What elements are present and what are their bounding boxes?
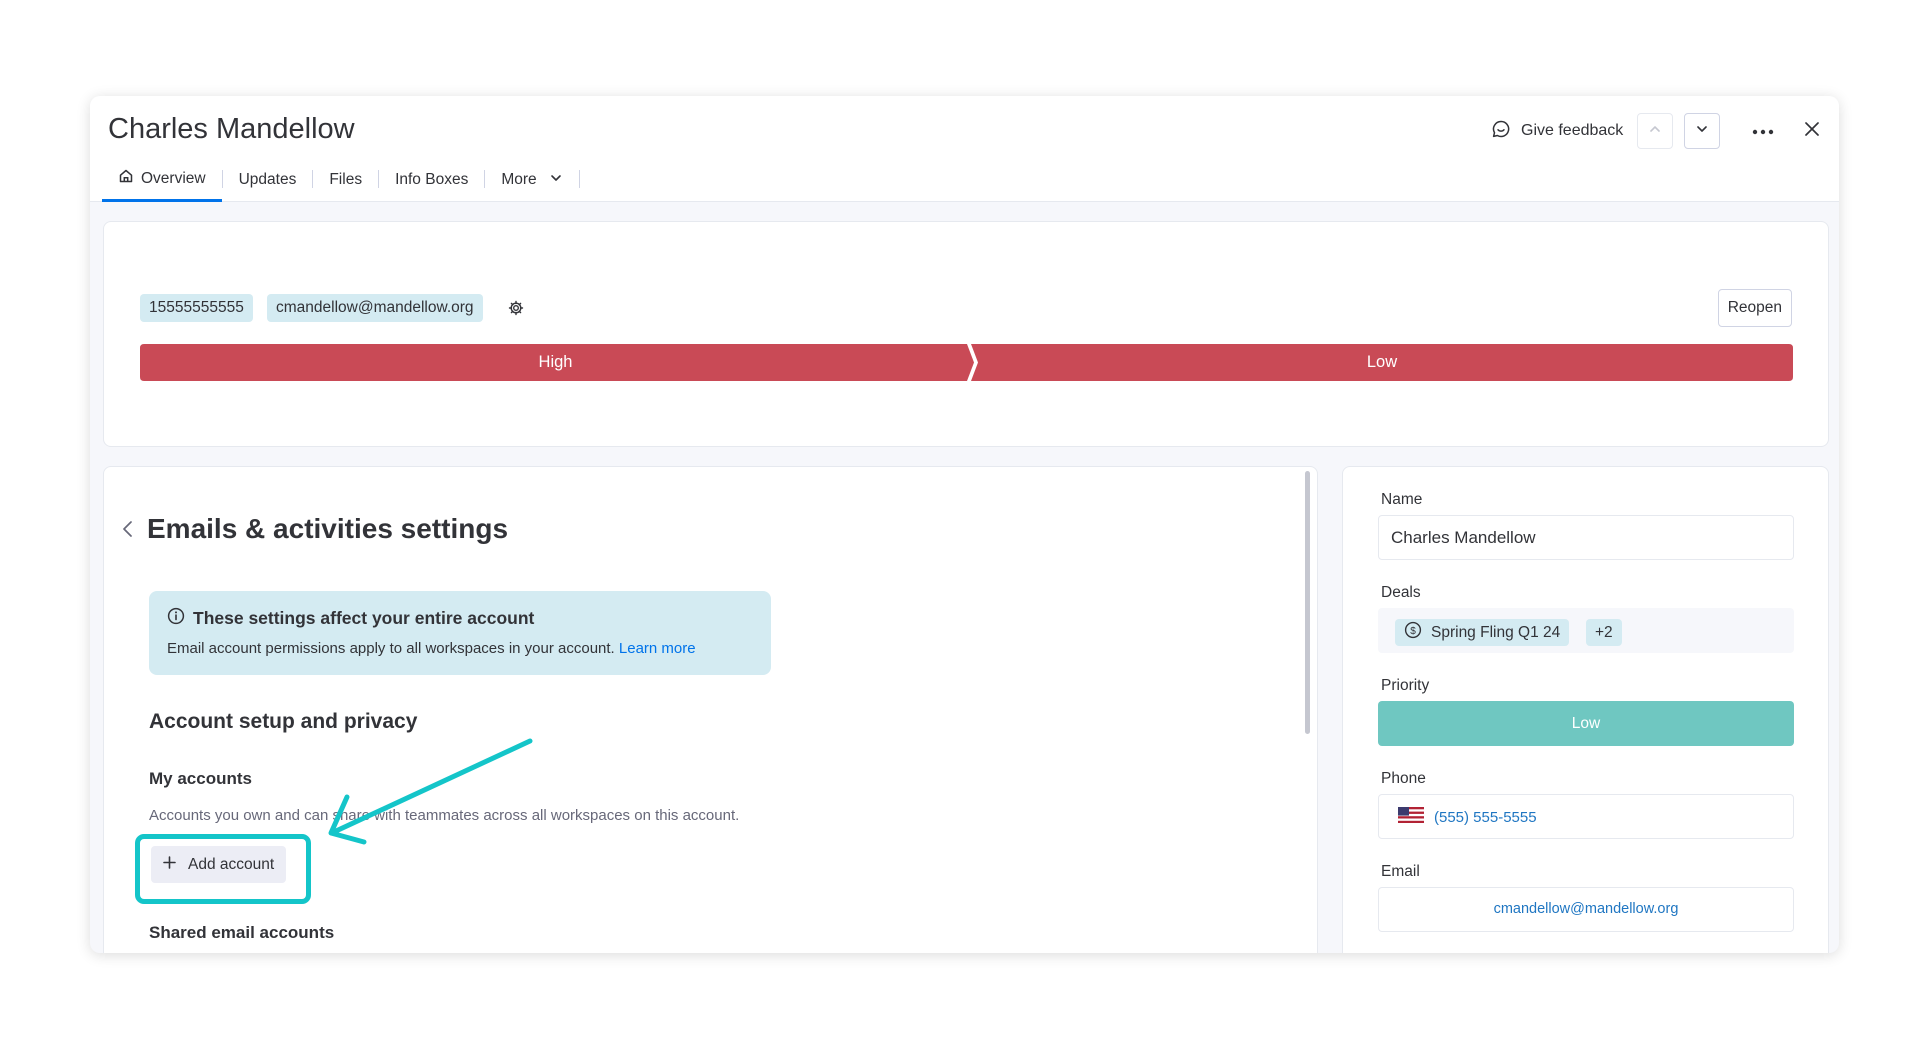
us-flag-icon <box>1398 807 1424 828</box>
item-summary-card: 15555555555 cmandellow@mandellow.org Reo… <box>103 221 1829 447</box>
shared-accounts-title: Shared email accounts <box>149 923 335 942</box>
back-button[interactable] <box>116 519 140 543</box>
email-label: Email <box>1381 863 1420 880</box>
my-accounts-title: My accounts <box>149 769 252 788</box>
phone-content: (555) 555-5555 <box>1398 807 1537 828</box>
info-banner-header: These settings affect your entire accoun… <box>167 607 534 630</box>
deals-label: Deals <box>1381 584 1421 601</box>
modal-header: Charles Mandellow Give feedback Overview… <box>90 96 1839 202</box>
phone-chip[interactable]: 15555555555 <box>140 294 253 322</box>
tab-divider <box>578 169 580 188</box>
ellipsis-icon <box>1752 122 1774 140</box>
name-field[interactable]: Charles Mandellow <box>1378 515 1794 560</box>
tab-label: Updates <box>238 171 297 188</box>
name-label: Name <box>1381 491 1423 508</box>
home-icon <box>118 168 134 189</box>
info-banner: These settings affect your entire accoun… <box>149 591 771 675</box>
info-icon <box>167 607 185 630</box>
chevron-down-icon <box>549 171 563 190</box>
previous-item-button[interactable] <box>1637 113 1673 149</box>
phone-field[interactable]: (555) 555-5555 <box>1378 794 1794 839</box>
learn-more-link[interactable]: Learn more <box>619 640 696 657</box>
email-field[interactable]: cmandellow@mandellow.org <box>1378 887 1794 932</box>
item-tabs: Overview Updates Files Info Boxes More <box>102 158 580 202</box>
tab-more[interactable]: More <box>485 158 578 202</box>
deal-chip[interactable]: $ Spring Fling Q1 24 <box>1395 619 1570 646</box>
gear-icon[interactable] <box>508 300 524 321</box>
close-icon <box>1804 121 1820 142</box>
name-value: Charles Mandellow <box>1391 528 1536 547</box>
more-options-button[interactable] <box>1745 113 1781 149</box>
item-title[interactable]: Charles Mandellow <box>108 113 355 146</box>
email-settings-panel: Emails & activities settings These setti… <box>103 466 1318 953</box>
tab-files[interactable]: Files <box>313 158 378 202</box>
item-card-modal: Charles Mandellow Give feedback Overview… <box>90 96 1839 953</box>
chevron-down-icon <box>1695 122 1709 141</box>
annotation-highlight-box <box>135 834 311 904</box>
give-feedback-label: Give feedback <box>1521 122 1624 139</box>
chevron-up-icon <box>1648 122 1662 141</box>
svg-text:$: $ <box>1410 626 1416 637</box>
info-banner-title: These settings affect your entire accoun… <box>193 608 535 628</box>
stage-low[interactable]: Low <box>971 344 1793 381</box>
phone-value[interactable]: (555) 555-5555 <box>1434 809 1537 826</box>
section-title: Account setup and privacy <box>149 710 418 733</box>
tab-label: More <box>501 171 537 188</box>
deals-more-badge[interactable]: +2 <box>1586 619 1622 646</box>
stage-high[interactable]: High <box>140 344 971 381</box>
email-chip[interactable]: cmandellow@mandellow.org <box>267 294 483 322</box>
chat-bubble-icon <box>1491 119 1511 144</box>
deal-label: Spring Fling Q1 24 <box>1431 623 1561 641</box>
deals-field[interactable]: $ Spring Fling Q1 24 +2 <box>1378 608 1794 653</box>
phone-label: Phone <box>1381 770 1426 787</box>
settings-title: Emails & activities settings <box>147 513 509 544</box>
tab-updates[interactable]: Updates <box>223 158 313 202</box>
info-banner-body: Email account permissions apply to all w… <box>167 640 696 657</box>
panel-scrollbar[interactable] <box>1305 471 1310 734</box>
tab-label: Info Boxes <box>395 171 469 188</box>
tab-info-boxes[interactable]: Info Boxes <box>379 158 484 202</box>
stage-bar: High Low <box>140 344 1793 381</box>
tab-label: Overview <box>141 169 206 187</box>
chevron-left-icon <box>121 520 135 543</box>
priority-status[interactable]: Low <box>1378 701 1794 746</box>
tab-overview[interactable]: Overview <box>102 158 222 202</box>
next-item-button[interactable] <box>1684 113 1720 149</box>
email-value[interactable]: cmandellow@mandellow.org <box>1379 901 1793 917</box>
dollar-icon: $ <box>1404 621 1422 644</box>
item-details-panel: Name Charles Mandellow Deals $ Spring Fl… <box>1342 466 1829 953</box>
give-feedback-button[interactable]: Give feedback <box>1491 113 1623 149</box>
my-accounts-description: Accounts you own and can share with team… <box>149 807 740 824</box>
info-banner-text: Email account permissions apply to all w… <box>167 640 615 657</box>
priority-label: Priority <box>1381 677 1430 694</box>
reopen-button[interactable]: Reopen <box>1717 289 1792 327</box>
tab-label: Files <box>329 171 363 188</box>
close-button[interactable] <box>1794 113 1830 149</box>
